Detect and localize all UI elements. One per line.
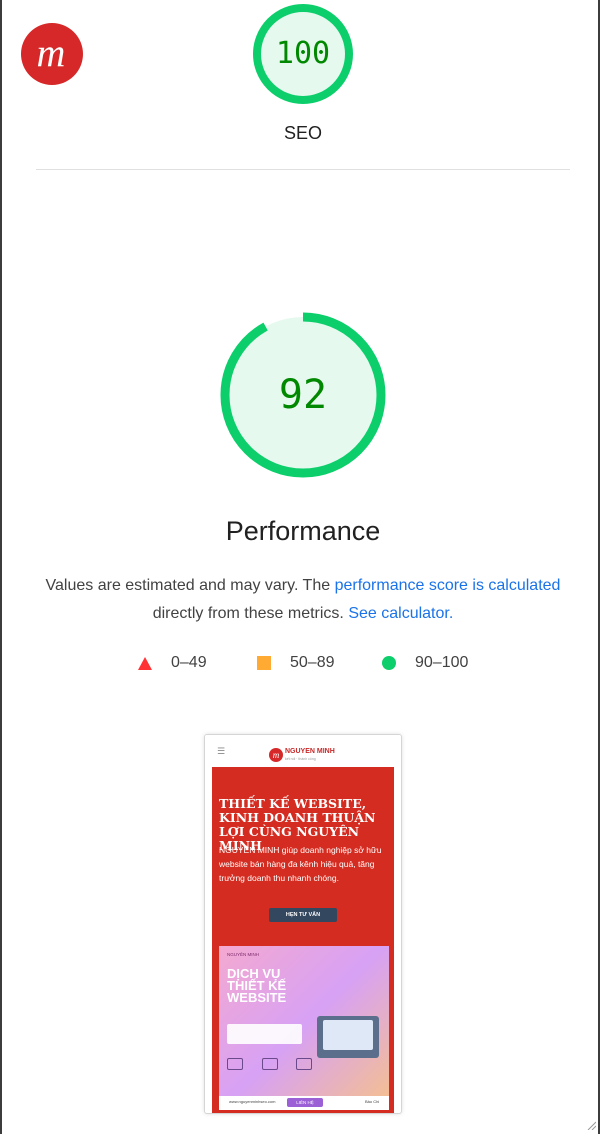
feature-icon	[261, 1058, 278, 1070]
score-calculated-link[interactable]: performance score is calculated	[335, 577, 561, 594]
resize-grip-icon[interactable]	[586, 1120, 596, 1130]
performance-description: Values are estimated and may vary. The p…	[28, 572, 578, 628]
banner-feature-icons	[227, 1058, 312, 1074]
preview-paragraph: NGUYÊN MINH giúp doanh nghiệp sở hữu web…	[219, 845, 382, 883]
banner-url: www.nguyenminhseo.com	[229, 1099, 276, 1104]
banner-contact-button: LIÊN HỆ	[287, 1098, 323, 1107]
seo-score-value: 100	[275, 36, 331, 71]
performance-title: Performance	[225, 516, 381, 546]
description-text: Values are estimated and may vary. The	[45, 577, 335, 594]
performance-score-value: 92	[278, 372, 328, 418]
legend-label: 50–89	[290, 654, 335, 671]
legend-item-average: 50–89	[257, 650, 335, 676]
preview-logo-icon: m	[269, 748, 283, 762]
svg-text:m: m	[37, 30, 66, 75]
hamburger-menu-icon: ☰	[217, 746, 226, 756]
preview-cta-button: HẸN TƯ VẤN	[269, 908, 337, 922]
section-divider	[36, 169, 570, 170]
feature-icon	[227, 1058, 243, 1070]
banner-side-text: Bảo Chi	[365, 1099, 380, 1104]
seo-category-label: SEO	[283, 123, 322, 143]
banner-title: DỊCH VỤ THIẾT KẾ WEBSITE	[227, 966, 287, 1005]
page-screenshot-preview[interactable]: ☰ m NGUYEN MINH kết nối · thành công THI…	[204, 734, 402, 1114]
description-text-2: directly from these metrics.	[152, 605, 349, 622]
triangle-icon	[138, 656, 152, 670]
legend-label: 90–100	[415, 654, 469, 671]
square-icon	[257, 656, 271, 670]
legend-item-fail: 0–49	[138, 650, 207, 676]
preview-brand: NGUYEN MINH	[285, 748, 335, 755]
brand-logo-icon: m	[21, 23, 83, 85]
legend-label: 0–49	[171, 654, 207, 671]
score-legend: 0–49 50–89 90–100	[0, 650, 600, 676]
laptop-screen	[323, 1020, 373, 1050]
see-calculator-link[interactable]: See calculator.	[348, 605, 453, 622]
preview-brand-sub: kết nối · thành công	[285, 757, 316, 761]
banner-text-box	[227, 1024, 302, 1044]
banner-brand: NGUYÊN MINH	[227, 952, 260, 957]
feature-icon	[296, 1058, 312, 1070]
legend-item-pass: 90–100	[382, 650, 468, 676]
circle-icon	[382, 656, 396, 670]
window-frame-left	[0, 0, 2, 1134]
